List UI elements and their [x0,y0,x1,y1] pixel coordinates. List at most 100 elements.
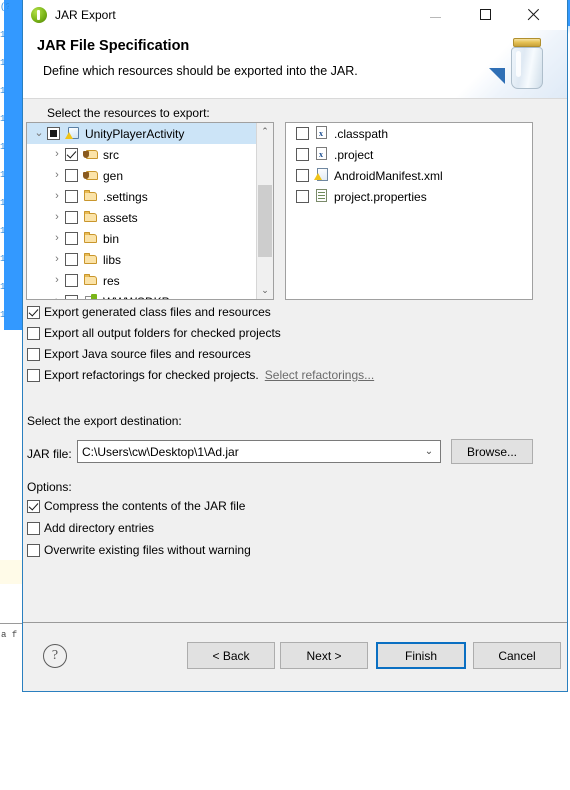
tree-row[interactable]: › WWWSDKP [27,291,273,300]
jar-export-icon [31,7,47,23]
maximize-icon [479,9,491,20]
tree-row[interactable]: › .settings [27,186,273,207]
jar-file-combobox[interactable]: C:\Users\cw\Desktop\1\Ad.jar ⌄ [77,440,441,463]
background-code-line: 1 [0,226,6,236]
checkbox-label: Add directory entries [44,521,155,535]
chevron-right-icon[interactable]: › [49,170,65,181]
maximize-button[interactable] [463,0,507,29]
checkbox-export-generated-class-files[interactable]: Export generated class files and resourc… [27,305,271,319]
tree-checkbox[interactable] [65,253,78,266]
finish-button[interactable]: Finish [376,642,466,669]
close-button[interactable] [511,0,555,29]
xml-file-icon: x [314,147,330,162]
tree-checkbox[interactable] [65,190,78,203]
tree-row[interactable]: › src [27,144,273,165]
checkbox-box[interactable] [27,543,40,557]
tree-row-label: src [103,147,119,162]
tree-row[interactable]: › gen [27,165,273,186]
tree-row-label: assets [103,210,138,225]
header-artwork [447,30,567,98]
window-title: JAR Export [55,8,116,22]
tree-row-label: bin [103,231,120,246]
checkbox-box[interactable] [27,305,40,319]
file-checkbox[interactable] [296,127,309,140]
jar-shine [516,51,521,77]
checkbox-export-refactorings[interactable]: Export refactorings for checked projects… [27,368,374,382]
chevron-right-icon[interactable]: › [49,296,65,300]
list-item-label: AndroidManifest.xml [334,168,443,183]
jar-lid [513,38,541,47]
checkbox-export-all-output-folders[interactable]: Export all output folders for checked pr… [27,326,281,340]
chevron-down-icon[interactable]: ⌄ [418,446,440,457]
scroll-down-icon[interactable]: ⌄ [257,282,273,299]
checkbox-label: Export all output folders for checked pr… [44,326,281,340]
list-item-label: .project [334,147,374,162]
tree-row-label: UnityPlayerActivity [85,126,185,141]
chevron-right-icon[interactable]: › [49,212,65,223]
checkbox-label: Export refactorings for checked projects… [44,368,259,382]
list-item[interactable]: x .project [286,144,532,165]
checkbox-box[interactable] [27,521,40,535]
checkbox-label: Export Java source files and resources [44,347,251,361]
minimize-button[interactable] [413,0,457,29]
tree-row[interactable]: › assets [27,207,273,228]
file-checkbox[interactable] [296,148,309,161]
checkbox-export-java-source-files[interactable]: Export Java source files and resources [27,347,251,361]
tree-checkbox[interactable] [65,295,78,299]
chevron-right-icon[interactable]: › [49,254,65,265]
tree-checkbox[interactable] [65,211,78,224]
list-item[interactable]: AndroidManifest.xml [286,165,532,186]
chevron-right-icon[interactable]: › [49,275,65,286]
back-button[interactable]: < Back [187,642,275,669]
checkbox-add-directory-entries[interactable]: Add directory entries [27,521,154,535]
jar-banner-icon [509,38,545,90]
background-code-line: 1 [0,142,6,152]
checkbox-box[interactable] [27,499,40,513]
chevron-right-icon[interactable]: › [49,191,65,202]
background-code-line: 1 [0,86,6,96]
checkbox-overwrite-existing-files[interactable]: Overwrite existing files without warning [27,543,251,557]
chevron-right-icon[interactable]: › [49,149,65,160]
checkbox-box[interactable] [27,347,40,361]
tree-checkbox[interactable] [65,274,78,287]
chevron-right-icon[interactable]: › [49,233,65,244]
chevron-down-icon[interactable]: ⌄ [31,128,47,139]
resource-file-list[interactable]: x .classpath x .project AndroidManifest.… [285,122,533,300]
tree-checkbox[interactable] [65,232,78,245]
select-refactorings-link[interactable]: Select refactorings... [265,368,374,382]
help-button[interactable]: ? [43,644,67,668]
tree-row[interactable]: ⌄ UnityPlayerActivity [27,123,273,144]
tree-checkbox[interactable] [65,148,78,161]
tree-row[interactable]: › res [27,270,273,291]
resource-tree[interactable]: ⌄ UnityPlayerActivity › src › gen › .set… [26,122,274,300]
scrollbar-thumb[interactable] [258,185,272,257]
background-code-line: 1 [0,170,6,180]
jar-file-value[interactable]: C:\Users\cw\Desktop\1\Ad.jar [78,445,418,459]
checkbox-label: Export generated class files and resourc… [44,305,271,319]
browse-button[interactable]: Browse... [451,439,533,464]
checkbox-label: Compress the contents of the JAR file [44,499,246,513]
list-item[interactable]: x .classpath [286,123,532,144]
cancel-button[interactable]: Cancel [473,642,561,669]
manifest-file-icon [314,168,330,183]
list-item[interactable]: project.properties [286,186,532,207]
tree-scrollbar[interactable]: ⌃ ⌄ [256,123,273,299]
next-button[interactable]: Next > [280,642,368,669]
list-item-label: project.properties [334,189,427,204]
dialog-footer: ? < Back Next > Finish Cancel [23,623,567,691]
export-arrow-icon [489,68,505,84]
scroll-up-icon[interactable]: ⌃ [257,123,273,140]
tree-row[interactable]: › libs [27,249,273,270]
checkbox-compress-contents[interactable]: Compress the contents of the JAR file [27,499,245,513]
tree-checkbox[interactable] [65,169,78,182]
background-code-line: 1 [0,282,6,292]
checkbox-box[interactable] [27,326,40,340]
options-label: Options: [27,480,72,494]
file-checkbox[interactable] [296,190,309,203]
checkbox-box[interactable] [27,368,40,382]
project-icon [65,126,81,141]
tree-checkbox[interactable] [47,127,60,140]
tree-row-label: .settings [103,189,148,204]
file-checkbox[interactable] [296,169,309,182]
tree-row[interactable]: › bin [27,228,273,249]
